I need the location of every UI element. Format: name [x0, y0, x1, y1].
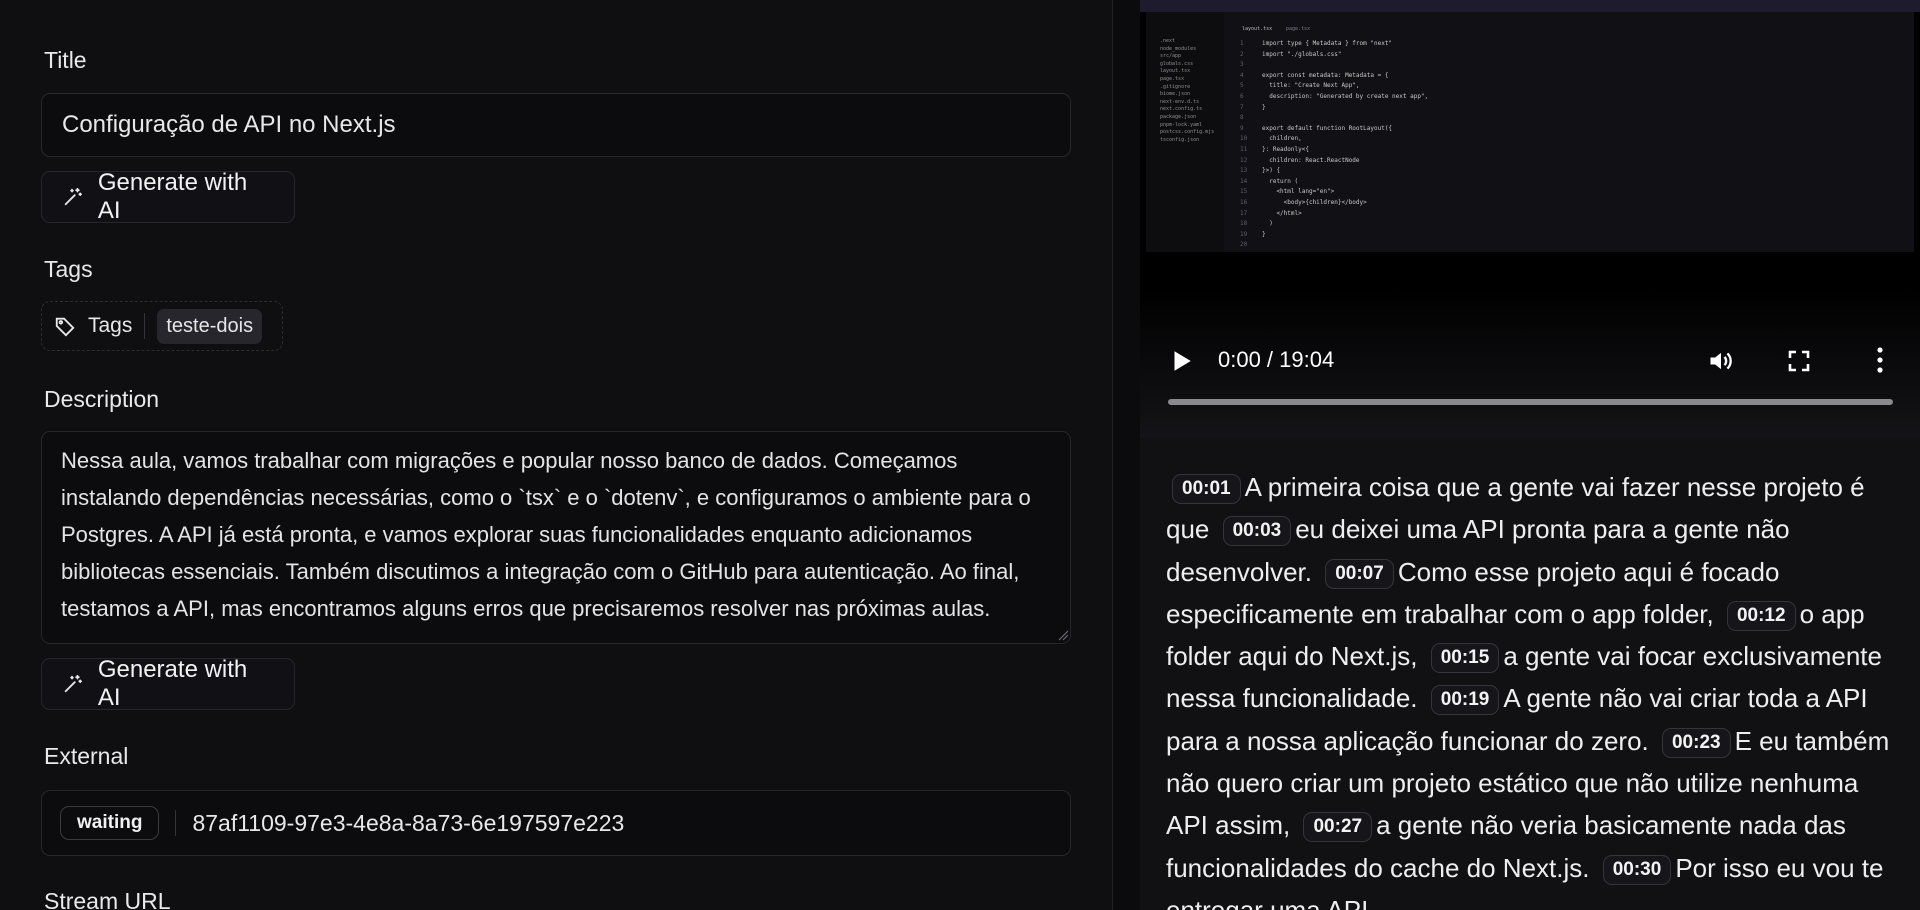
- magic-wand-icon: [64, 674, 83, 693]
- tags-divider: [144, 313, 146, 339]
- timestamp-button[interactable]: 00:19: [1430, 685, 1500, 716]
- recorded-line-number: 11: [1240, 146, 1248, 153]
- description-textarea[interactable]: Nessa aula, vamos trabalhar com migraçõe…: [41, 431, 1071, 644]
- recorded-line-number: 8: [1240, 114, 1244, 122]
- generate-description-label: Generate with AI: [97, 656, 248, 711]
- recorded-code-line: export const metadata: Metadata = {: [1262, 71, 1389, 79]
- timestamp-button[interactable]: 00:30: [1602, 854, 1672, 885]
- recorded-line-number: 1: [1240, 40, 1244, 47]
- timestamp-button[interactable]: 00:23: [1661, 727, 1731, 758]
- status-badge: waiting: [60, 806, 160, 840]
- recorded-line-number: 19: [1240, 230, 1248, 238]
- resize-handle-icon[interactable]: [1058, 630, 1069, 641]
- recorded-code-line: description: "Generated by create next a…: [1262, 93, 1429, 100]
- recorded-file-item: postcss.config.mjs: [1160, 129, 1215, 136]
- timestamp-button[interactable]: 00:27: [1303, 812, 1373, 843]
- tag-chip[interactable]: teste-dois: [157, 308, 263, 344]
- tags-field[interactable]: Tags teste-dois: [41, 301, 283, 351]
- more-vertical-icon[interactable]: [1875, 346, 1885, 374]
- external-label: External: [44, 743, 129, 769]
- recorded-file-item: biome.json: [1160, 91, 1191, 98]
- recorded-code-line: </html>: [1262, 209, 1302, 217]
- play-icon[interactable]: [1168, 348, 1194, 374]
- recorded-tab: page.tsx: [1286, 26, 1311, 32]
- timestamp-button[interactable]: 00:03: [1222, 516, 1292, 547]
- tag-icon: [55, 317, 75, 337]
- recorded-line-number: 12: [1240, 156, 1248, 164]
- recorded-file-item: pnpm-lock.yaml: [1160, 121, 1203, 128]
- recorded-file-item: page.tsx: [1160, 76, 1185, 82]
- video-time: 0:00 / 19:04: [1218, 347, 1335, 372]
- recorded-file-item: layout.tsx: [1160, 68, 1191, 75]
- recorded-code-line: <html lang="en">: [1262, 188, 1335, 196]
- recorded-file-item: next-env.d.ts: [1160, 98, 1200, 105]
- tags-label: Tags: [44, 256, 93, 282]
- video-progress-bar[interactable]: [1168, 399, 1893, 405]
- video-panel: layout.tsx page.tsx .next node_modules src…: [1140, 0, 1920, 910]
- recorded-menubar: [1140, 0, 1920, 12]
- external-id: 87af1109-97e3-4e8a-8a73-6e197597e223: [192, 809, 625, 836]
- description-label: Description: [44, 386, 160, 412]
- recorded-code-line: }: [1262, 103, 1266, 111]
- recorded-line-number: 15: [1240, 188, 1248, 196]
- recorded-file-item: globals.css: [1160, 60, 1194, 67]
- transcript: 00:01 A primeira coisa que a gente vai fa…: [1166, 466, 1896, 910]
- recorded-line-number: 4: [1240, 71, 1244, 79]
- recorded-line-number: 14: [1240, 177, 1248, 185]
- generate-title-label: Generate with AI: [97, 169, 248, 224]
- recorded-code-line: }>) {: [1262, 167, 1281, 175]
- recorded-code-line: export default function RootLayout({: [1262, 124, 1393, 132]
- recorded-code-line: children,: [1262, 135, 1302, 143]
- recorded-code-line: import type { Metadata } from "next": [1262, 40, 1393, 47]
- recorded-code-line: children: React.ReactNode: [1262, 156, 1360, 164]
- recorded-file-item: .next: [1160, 38, 1176, 44]
- recorded-line-number: 17: [1240, 209, 1248, 217]
- external-divider: [175, 810, 177, 836]
- recorded-line-number: 18: [1240, 220, 1248, 228]
- volume-icon[interactable]: [1706, 347, 1736, 375]
- fullscreen-icon[interactable]: [1787, 349, 1811, 373]
- recorded-file-item: .gitignore: [1160, 83, 1191, 90]
- video-player[interactable]: layout.tsx page.tsx .next node_modules src…: [1140, 0, 1920, 438]
- generate-description-button[interactable]: Generate with AI: [41, 656, 295, 711]
- recorded-tab: layout.tsx: [1242, 26, 1273, 32]
- title-input[interactable]: Configuração de API no Next.js: [41, 93, 1071, 157]
- recorded-file-item: next.config.ts: [1160, 106, 1203, 113]
- recorded-code-line: }: [1262, 230, 1266, 238]
- recorded-code-line: }: Readonly<{: [1262, 146, 1309, 153]
- title-label: Title: [44, 47, 87, 73]
- recorded-line-number: 10: [1240, 135, 1248, 143]
- stream-url-label: Stream URL: [44, 888, 171, 910]
- recorded-code-line: title: "Create Next App",: [1262, 82, 1360, 90]
- recorded-line-number: 13: [1240, 167, 1248, 175]
- recorded-code-line: ): [1262, 220, 1273, 228]
- recorded-line-number: 7: [1240, 103, 1244, 111]
- recorded-code-editor: layout.tsx page.tsx .next node_modules src…: [1146, 12, 1914, 252]
- recorded-line-number: 9: [1240, 124, 1244, 132]
- timestamp-button[interactable]: 00:01: [1172, 474, 1241, 504]
- recorded-line-number: 5: [1240, 82, 1244, 90]
- timestamp-button[interactable]: 00:12: [1726, 600, 1796, 631]
- recorded-line-number: 16: [1240, 199, 1248, 206]
- tags-button-label: Tags: [88, 314, 133, 337]
- external-field: waiting 87af1109-97e3-4e8a-8a73-6e197597…: [41, 790, 1071, 856]
- recorded-line-number: 6: [1240, 93, 1244, 100]
- recorded-line-number: 20: [1240, 241, 1248, 249]
- recorded-code-line: <body>{children}</body>: [1262, 199, 1367, 206]
- recorded-line-number: 3: [1240, 61, 1244, 69]
- recorded-code-line: import "./globals.css": [1262, 50, 1342, 58]
- video-edit-form: Title Configuração de API no Next.js Gen…: [0, 0, 1113, 910]
- recorded-file-item: node_modules: [1160, 45, 1197, 52]
- timestamp-button[interactable]: 00:07: [1325, 558, 1394, 589]
- recorded-file-item: package.json: [1160, 114, 1197, 120]
- timestamp-button[interactable]: 00:15: [1430, 643, 1500, 674]
- recorded-file-item: tsconfig.json: [1160, 136, 1200, 143]
- magic-wand-icon: [64, 187, 83, 206]
- recorded-code-line: return (: [1262, 177, 1299, 185]
- generate-title-button[interactable]: Generate with AI: [41, 169, 295, 224]
- recorded-line-number: 2: [1240, 50, 1244, 58]
- recorded-file-item: src/app: [1160, 53, 1182, 60]
